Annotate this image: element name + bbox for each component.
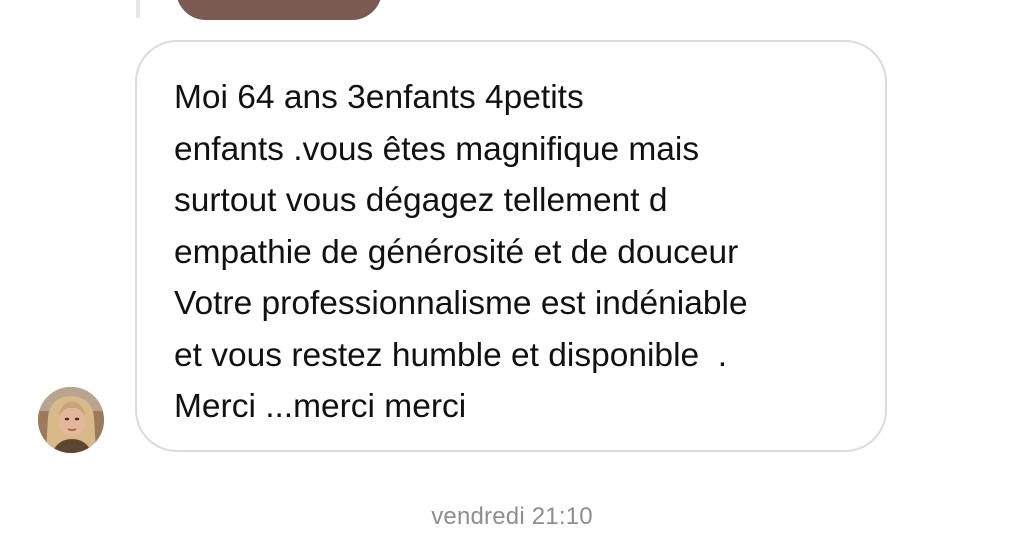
message-timestamp: vendredi 21:10: [431, 503, 593, 530]
message-line: Moi 64 ans 3enfants 4petits: [174, 79, 584, 116]
sender-avatar[interactable]: [38, 387, 104, 453]
chat-thread: Moi 64 ans 3enfants 4petits enfants .vou…: [0, 0, 1024, 543]
message-line: Votre professionnalisme est indéniable: [174, 285, 748, 322]
previous-message-bubble[interactable]: [176, 0, 382, 20]
message-line: empathie de générosité et de douceur: [174, 233, 739, 271]
avatar-photo-icon: [38, 387, 104, 453]
message-line: et vous restez humble et disponible .: [174, 336, 728, 374]
message-line: surtout vous dégagez tellement d: [174, 182, 668, 219]
message-line: Merci ...merci merci: [174, 388, 467, 425]
thread-divider: [136, 0, 140, 18]
message-line: enfants .vous êtes magnifique mais: [174, 130, 700, 168]
message-bubble[interactable]: Moi 64 ans 3enfants 4petits enfants .vou…: [135, 40, 887, 452]
